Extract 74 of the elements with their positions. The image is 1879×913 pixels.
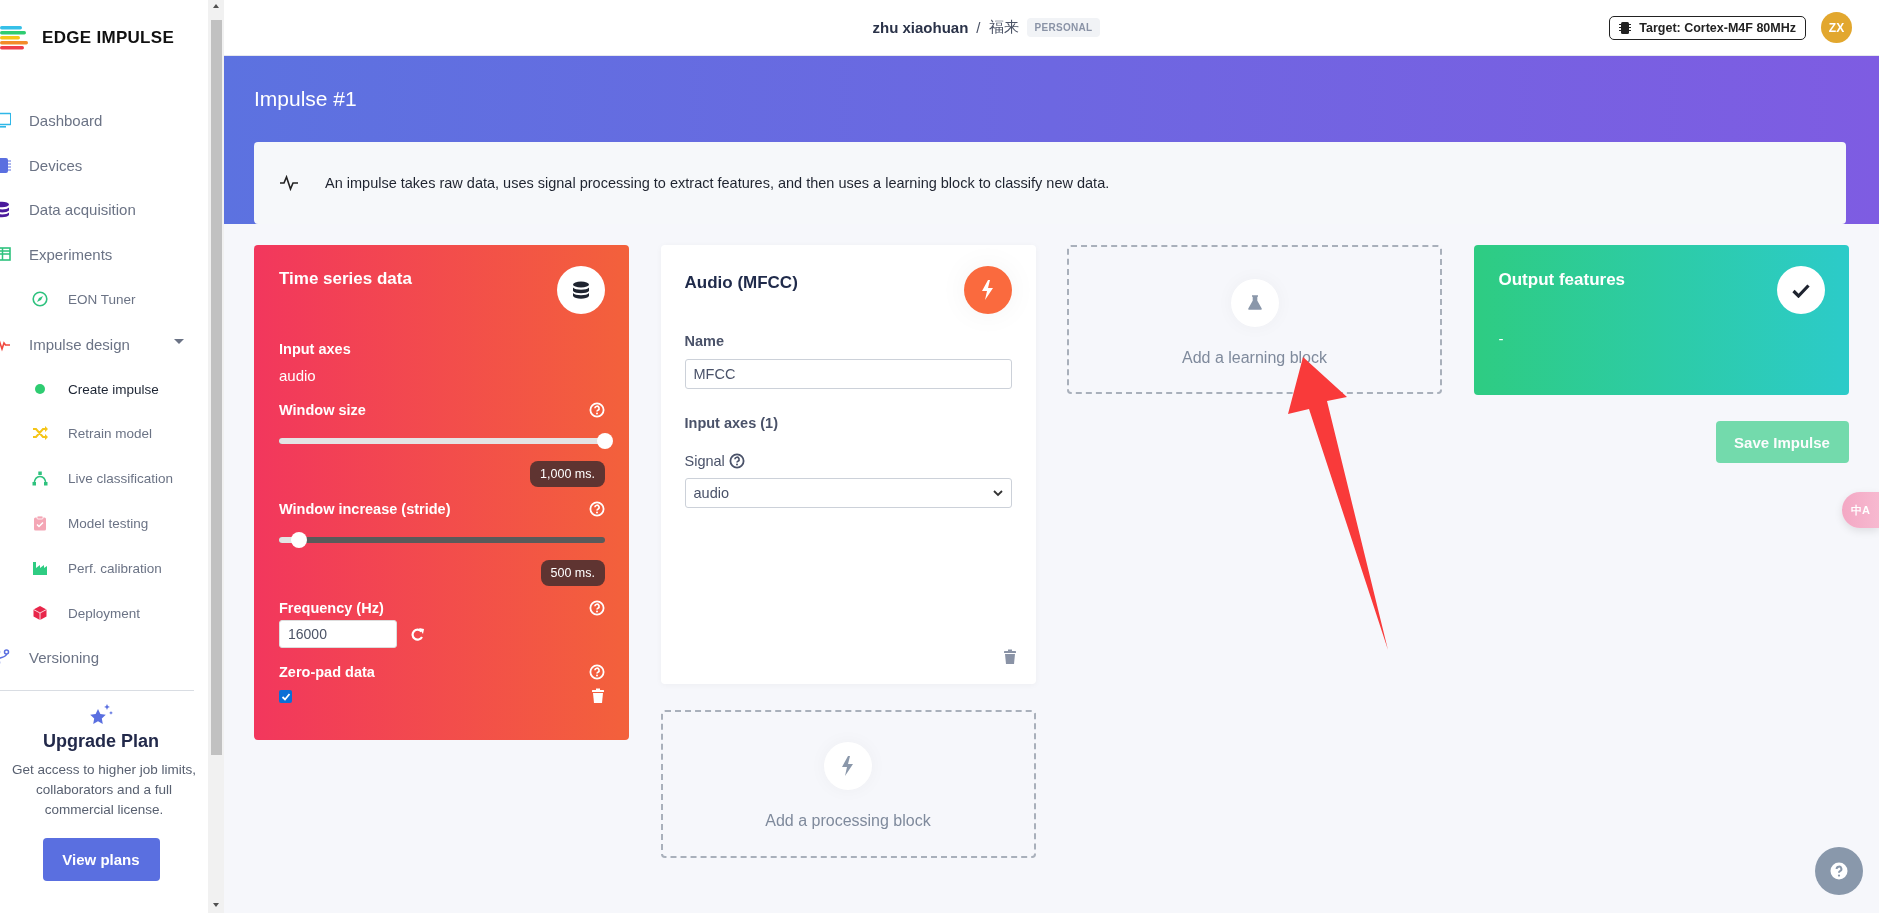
axes-value: audio — [279, 367, 317, 384]
factory-icon — [32, 559, 49, 577]
scroll-down-icon — [213, 903, 219, 907]
help-button[interactable] — [1815, 847, 1863, 895]
view-plans-button[interactable]: View plans — [42, 838, 160, 882]
logo-icon — [0, 26, 30, 50]
scrollbar[interactable] — [208, 0, 224, 913]
slider-reading: 1,000 ms. — [530, 461, 605, 487]
sidebar-item[interactable]: Live classification — [0, 456, 208, 502]
sidebar-item[interactable]: Deployment — [0, 590, 208, 636]
chip-icon — [1619, 20, 1632, 35]
bolt-icon — [824, 742, 872, 790]
field-label: Window size — [279, 402, 366, 418]
sidebar-item[interactable]: Dashboard — [0, 98, 208, 143]
curve-icon — [32, 470, 49, 488]
field-label: Input axes — [279, 341, 352, 357]
clipboard-icon — [32, 515, 49, 533]
project-name[interactable]: 福来 — [988, 18, 1019, 37]
field-label: Zero-pad data — [279, 664, 375, 680]
help-icon — [589, 600, 605, 616]
trash-icon — [591, 688, 605, 703]
compass-icon — [32, 291, 49, 309]
shuffle-icon — [32, 425, 49, 443]
info-text: An impulse takes raw data, uses signal processing to extract features, and then uses a learning block to classify new data. — [325, 175, 1110, 191]
sidebar-item[interactable]: Retrain model — [0, 411, 208, 457]
field-label: Signal — [684, 453, 725, 469]
checkbox[interactable] — [279, 690, 292, 703]
field-label: Frequency (Hz) — [279, 600, 384, 616]
breadcrumb-separator: / — [976, 19, 981, 36]
scroll-up-icon — [213, 4, 219, 8]
sidebar-item[interactable]: Data acquisition — [0, 187, 208, 233]
upgrade-text: Get access to higher job limits, collaborators and a full commercial license. — [11, 761, 197, 820]
check-icon — [280, 692, 291, 701]
sidebar-item[interactable]: EON Tuner — [0, 277, 208, 322]
field-label: Input axes (1) — [684, 415, 779, 431]
name-field[interactable]: MFCC — [684, 359, 1012, 389]
sidebar-item[interactable]: Impulse design — [0, 322, 208, 367]
output-value: - — [1498, 330, 1505, 347]
sidebar-item[interactable]: Create impulse — [0, 366, 208, 412]
bolt-icon — [963, 266, 1012, 314]
add-processing-block[interactable]: Add a processing block — [660, 710, 1036, 858]
upgrade-title: Upgrade Plan — [43, 731, 159, 753]
help-icon — [589, 664, 605, 680]
refresh-icon — [411, 627, 424, 641]
database-icon — [557, 266, 605, 314]
check-icon — [1776, 266, 1825, 314]
slider[interactable] — [279, 433, 613, 449]
sidebar-item[interactable]: Devices — [0, 142, 208, 188]
cube-icon — [32, 604, 49, 622]
field-label: Window increase (stride) — [279, 501, 451, 517]
target-button[interactable]: Target: Cortex-M4F 80MHz — [1609, 15, 1806, 40]
field-label: Name — [684, 333, 725, 349]
block-title: Time series data — [279, 269, 412, 289]
slider-reading: 500 ms. — [540, 560, 605, 586]
signal-dropdown[interactable]: audio — [684, 478, 1012, 508]
help-icon — [1830, 862, 1848, 880]
sidebar-item[interactable]: Model testing — [0, 501, 208, 546]
plan-badge: PERSONAL — [1026, 18, 1101, 37]
page-title: Impulse #1 — [254, 87, 358, 111]
help-icon — [589, 501, 605, 517]
stars-icon — [88, 703, 114, 726]
frequency-field[interactable]: 16000 — [279, 620, 397, 648]
sidebar-item[interactable]: Perf. calibration — [0, 545, 208, 591]
sidebar-item[interactable]: Versioning — [0, 635, 208, 681]
block-title: Output features — [1498, 270, 1626, 290]
sidebar-item[interactable]: Experiments — [0, 232, 208, 278]
chevron-icon — [992, 489, 1003, 497]
user-name[interactable]: zhu xiaohuan — [872, 19, 969, 36]
logo-text: EDGE IMPULSE — [42, 28, 175, 48]
trash-icon — [1002, 649, 1017, 664]
help-icon — [728, 453, 745, 469]
help-icon — [589, 402, 605, 418]
block-title: Audio (MFCC) — [684, 273, 798, 293]
pulse-icon — [280, 175, 298, 191]
